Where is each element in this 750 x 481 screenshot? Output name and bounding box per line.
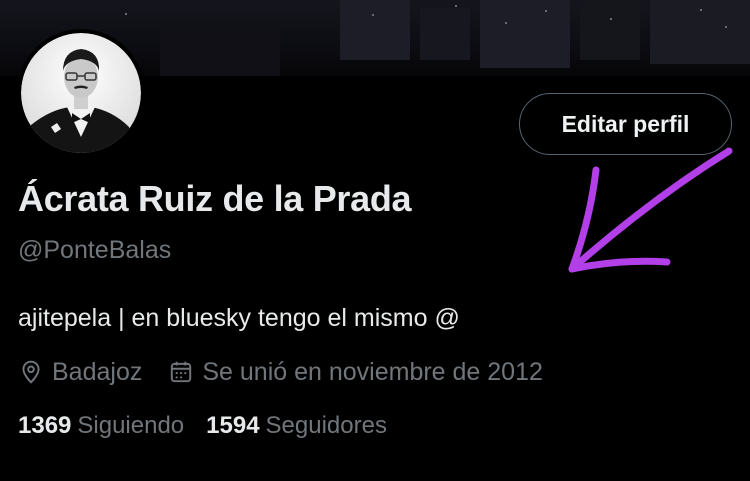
following-label: Siguiendo <box>77 412 185 439</box>
following-count: 1369 <box>18 412 72 439</box>
calendar-icon <box>171 361 192 383</box>
avatar-portrait <box>21 33 141 153</box>
follow-stats: 1369 Siguiendo 1594 Seguidores <box>18 412 387 440</box>
followers-label: Seguidores <box>265 412 387 439</box>
profile-meta: Badajoz Se unió en noviembre de 2012 <box>18 356 543 388</box>
joined-item: Se unió en noviembre de 2012 <box>168 358 543 387</box>
location-pin-icon <box>22 360 40 384</box>
profile-bio: ajitepela | en bluesky tengo el mismo @ <box>18 304 460 332</box>
location-item: Badajoz <box>18 358 142 387</box>
following-link[interactable]: 1369 Siguiendo <box>18 412 184 440</box>
edit-profile-button[interactable]: Editar perfil <box>519 93 732 155</box>
avatar[interactable] <box>17 29 145 157</box>
followers-count: 1594 <box>206 412 260 439</box>
joined-date-text: Se unió en noviembre de 2012 <box>202 357 543 386</box>
display-name: Ácrata Ruiz de la Prada <box>18 178 412 219</box>
followers-link[interactable]: 1594 Seguidores <box>206 412 387 440</box>
username-handle: @PonteBalas <box>18 236 172 264</box>
location-text: Badajoz <box>52 357 143 386</box>
